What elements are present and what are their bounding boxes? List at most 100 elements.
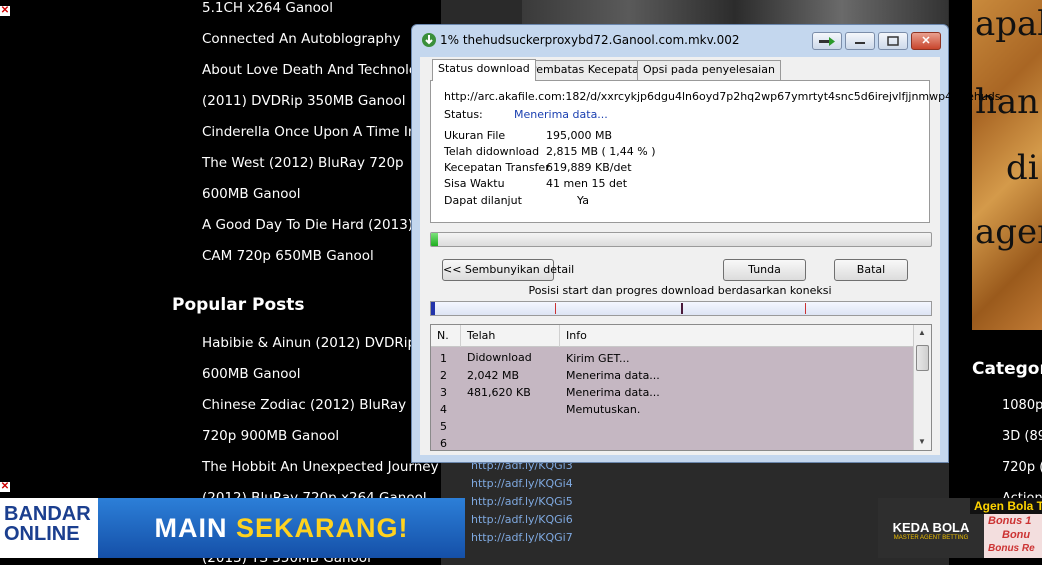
post-link[interactable]: Cinderella Once Upon A Time In xyxy=(202,124,416,140)
cell-n: 5 xyxy=(440,420,447,433)
close-ad-icon[interactable]: ✕ xyxy=(0,6,10,16)
browser-page: http://adf.ly/KQGi3 http://adf.ly/KQGi4 … xyxy=(0,0,1042,565)
maximize-button[interactable] xyxy=(878,32,908,50)
tray-button[interactable] xyxy=(812,32,842,50)
resume-capability-label: Dapat dilanjut xyxy=(444,194,522,207)
adf-link-4[interactable]: http://adf.ly/KQGi6 xyxy=(471,513,573,526)
cell-n: 2 xyxy=(440,369,447,382)
cell-info: Kirim GET... xyxy=(566,352,630,365)
table-header: N. Telah Didownload Info xyxy=(431,325,913,364)
movie-still-image xyxy=(522,0,948,24)
wood-text: agen xyxy=(975,212,1042,252)
cell-downloaded: 481,620 KB xyxy=(467,386,531,399)
post-link[interactable]: CAM 720p 650MB Ganool xyxy=(202,248,374,264)
wood-ad-image[interactable]: apala han di agen xyxy=(972,0,1042,330)
cancel-button[interactable]: Batal xyxy=(834,259,908,281)
dialog-body: Status download Pembatas Kecepatan Opsi … xyxy=(420,57,1001,455)
cell-info: Menerima data... xyxy=(566,386,660,399)
banner-logo-line1: BANDAR xyxy=(4,503,91,525)
banner-cta[interactable]: MAIN SEKARANG! xyxy=(98,498,465,558)
close-icon: ✕ xyxy=(921,35,931,47)
file-size-label: Ukuran File xyxy=(444,129,506,142)
download-url: http://arc.akafile.com:182/d/xxrcykjp6dg… xyxy=(444,90,1001,103)
banner-cta-b: SEKARANG! xyxy=(235,513,409,543)
connections-progress-bar xyxy=(430,301,932,316)
popular-post-link[interactable]: 600MB Ganool xyxy=(202,366,301,382)
table-scrollbar[interactable]: ▲ ▼ xyxy=(913,325,931,450)
category-link[interactable]: 1080p xyxy=(1002,398,1042,413)
downloaded-label: Telah didownload xyxy=(444,145,540,158)
post-link[interactable]: 5.1CH x264 Ganool xyxy=(202,0,333,16)
hide-details-button[interactable]: << Sembunyikan detail xyxy=(442,259,574,281)
adf-link-3[interactable]: http://adf.ly/KQGi5 xyxy=(471,495,573,508)
post-link[interactable]: Connected An Autoblography xyxy=(202,31,401,47)
banner-cta-a: MAIN xyxy=(154,513,236,543)
popular-post-link[interactable]: The Hobbit An Unexpected Journey xyxy=(202,459,439,475)
file-size-value: 195,000 MB xyxy=(546,129,613,142)
keda-bola-logo-sub: MASTER AGENT BETTING xyxy=(893,535,969,541)
popular-post-link[interactable]: Habibie & Ainun (2012) DVDRip xyxy=(202,335,416,351)
time-left-value: 41 men 15 det xyxy=(546,177,628,190)
download-progress-dialog: 1% thehudsuckerproxybd72.Ganool.com.mkv.… xyxy=(411,24,1001,463)
time-left-label: Sisa Waktu xyxy=(444,177,505,190)
bandar-online-banner[interactable]: BANDAR ONLINE MAIN SEKARANG! xyxy=(0,498,465,558)
wood-text: apala xyxy=(975,4,1042,44)
scroll-thumb[interactable] xyxy=(916,345,929,371)
tab-status-download[interactable]: Status download xyxy=(432,59,536,81)
column-header-info[interactable]: Info xyxy=(560,325,913,347)
category-link[interactable]: 3D (89) xyxy=(1002,429,1042,444)
categories-heading: Categor xyxy=(972,359,1042,379)
idm-icon xyxy=(422,33,436,47)
maximize-icon xyxy=(887,36,899,46)
pause-button[interactable]: Tunda xyxy=(723,259,806,281)
tab-speed-limiter[interactable]: Pembatas Kecepatan xyxy=(524,60,652,80)
close-banner-icon[interactable]: ✕ xyxy=(0,482,10,492)
banner-logo-line2: ONLINE xyxy=(4,523,80,545)
dialog-title-bar[interactable]: 1% thehudsuckerproxybd72.Ganool.com.mkv.… xyxy=(412,25,948,55)
post-link[interactable]: The West (2012) BluRay 720p xyxy=(202,155,404,171)
cell-n: 3 xyxy=(440,386,447,399)
bonus-line: Bonu xyxy=(1002,529,1031,541)
column-header-n[interactable]: N. xyxy=(431,325,461,347)
connection-marker xyxy=(555,303,556,314)
popular-posts-heading: Popular Posts xyxy=(172,295,305,315)
bonus-line: Bonus Re xyxy=(988,543,1035,554)
category-link[interactable]: 720p ( xyxy=(1002,460,1042,475)
table-row[interactable]: 1 Kirim GET... xyxy=(431,350,913,367)
popular-post-link[interactable]: 720p 900MB Ganool xyxy=(202,428,339,444)
connection-marker xyxy=(805,303,806,314)
column-header-downloaded[interactable]: Telah Didownload xyxy=(461,325,560,364)
download-progress-bar xyxy=(430,232,932,247)
tab-completion-options[interactable]: Opsi pada penyelesaian xyxy=(637,60,781,80)
post-link[interactable]: (2011) DVDRip 350MB Ganool xyxy=(202,93,406,109)
scroll-down-icon[interactable]: ▼ xyxy=(918,437,926,446)
dialog-title: 1% thehudsuckerproxybd72.Ganool.com.mkv.… xyxy=(440,33,740,47)
adf-link-5[interactable]: http://adf.ly/KQGi7 xyxy=(471,531,573,544)
agen-bola-banner[interactable]: KEDA BOLA MASTER AGENT BETTING Agen Bola… xyxy=(878,498,1042,558)
table-row[interactable]: 3 481,620 KB Menerima data... xyxy=(431,384,913,401)
scroll-up-icon[interactable]: ▲ xyxy=(918,328,926,337)
post-link[interactable]: 600MB Ganool xyxy=(202,186,301,202)
transfer-rate-value: 619,889 KB/det xyxy=(546,161,632,174)
table-row[interactable]: 2 2,042 MB Menerima data... xyxy=(431,367,913,384)
keda-bola-logo: KEDA BOLA MASTER AGENT BETTING xyxy=(878,498,984,558)
agen-bola-bonus: Bonus 1 Bonu Bonus Re xyxy=(984,514,1042,558)
post-link[interactable]: About Love Death And Technology xyxy=(202,62,434,78)
adf-link-2[interactable]: http://adf.ly/KQGi4 xyxy=(471,477,573,490)
post-link[interactable]: A Good Day To Die Hard (2013) xyxy=(202,217,413,233)
cell-info: Memutuskan. xyxy=(566,403,641,416)
table-row[interactable]: 5 xyxy=(431,418,913,435)
minimize-button[interactable] xyxy=(845,32,875,50)
table-row[interactable]: 6 xyxy=(431,435,913,452)
table-row[interactable]: 4 Memutuskan. xyxy=(431,401,913,418)
connections-table: N. Telah Didownload Info 1 Kirim GET... … xyxy=(430,324,932,451)
popular-post-link[interactable]: Chinese Zodiac (2012) BluRay xyxy=(202,397,406,413)
arrow-right-icon xyxy=(819,37,835,46)
status-value: Menerima data... xyxy=(514,108,608,121)
connection-segment xyxy=(431,302,435,315)
keda-bola-logo-text: KEDA BOLA xyxy=(892,520,970,535)
transfer-rate-label: Kecepatan Transfer xyxy=(444,161,550,174)
close-button[interactable]: ✕ xyxy=(911,32,941,50)
cell-n: 4 xyxy=(440,403,447,416)
cell-n: 6 xyxy=(440,437,447,450)
